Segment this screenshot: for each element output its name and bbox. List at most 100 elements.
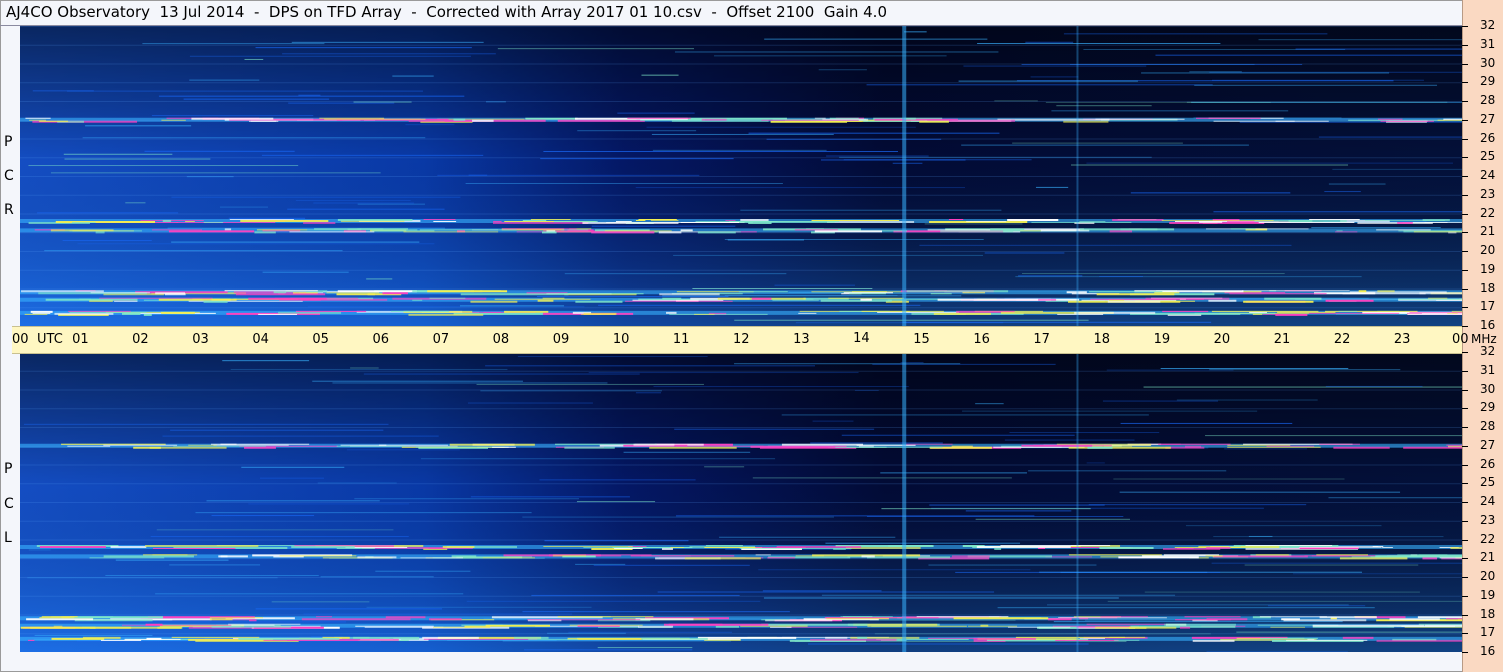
band-speckle [422, 636, 479, 639]
noise-streak [758, 569, 1031, 571]
frequency-tick-label: 18 [1480, 606, 1496, 621]
band-speckle [314, 228, 408, 230]
band-speckle [1154, 292, 1180, 294]
band-speckle [1409, 311, 1462, 313]
noise-streak [675, 515, 1035, 517]
band-speckle [632, 299, 724, 301]
band-speckle [772, 299, 819, 301]
band-speckle [1403, 446, 1462, 449]
band-speckle [994, 548, 1002, 550]
lcp-label-c: C [4, 496, 14, 512]
noise-streak [719, 536, 896, 538]
band-speckle [635, 618, 694, 621]
noise-streak [171, 196, 461, 198]
band-speckle [1079, 637, 1105, 639]
frequency-tick [1462, 251, 1468, 252]
band-speckle [45, 298, 138, 301]
band-speckle [295, 310, 367, 312]
band-speckle [485, 624, 550, 627]
band-speckle [919, 120, 949, 123]
band-speckle [256, 229, 308, 231]
band-speckle [1380, 120, 1434, 122]
frequency-gridline [20, 251, 1462, 252]
band-speckle [345, 547, 408, 548]
frequency-gridline [20, 26, 1462, 27]
frequency-tick [1462, 157, 1468, 159]
band-speckle [449, 443, 535, 446]
band-speckle [152, 548, 236, 549]
band-speckle [30, 310, 53, 313]
frequency-gridline [20, 389, 1462, 391]
band-speckle [32, 312, 51, 314]
band-speckle [976, 546, 1071, 548]
frequency-gridline [20, 633, 1462, 635]
noise-streak [228, 217, 306, 219]
frequency-tick [1462, 269, 1468, 271]
band-speckle [1055, 639, 1119, 641]
band-speckle [353, 636, 420, 639]
band-speckle [1020, 230, 1042, 232]
band-speckle [1063, 120, 1109, 123]
band-speckle [824, 617, 939, 619]
noise-streak [312, 380, 523, 382]
frequency-tick-label: 18 [1480, 280, 1496, 295]
noise-streak [646, 126, 916, 128]
frequency-tick-label: 17 [1480, 625, 1496, 640]
band-speckle [1096, 293, 1175, 296]
band-speckle [948, 219, 964, 220]
band-speckle [337, 219, 413, 221]
band-speckle [273, 556, 304, 558]
band-speckle [400, 557, 464, 559]
band-speckle [827, 221, 915, 223]
frequency-tick-label: 31 [1480, 36, 1496, 51]
band-speckle [39, 120, 68, 122]
noise-streak [657, 591, 995, 593]
band-speckle [306, 229, 418, 231]
noise-streak [1119, 491, 1401, 493]
band-speckle [382, 292, 408, 295]
noise-streak [1258, 39, 1462, 41]
band-speckle [863, 120, 921, 122]
band-speckle [249, 619, 257, 622]
band-speckle [494, 298, 591, 300]
band-speckle [1089, 291, 1163, 293]
band-speckle [1175, 619, 1231, 621]
noise-streak [465, 183, 783, 185]
noise-streak [1325, 385, 1423, 387]
band-speckle [278, 311, 342, 314]
frequency-tick [1462, 307, 1468, 309]
band-speckle [203, 222, 224, 223]
frequency-gridline [20, 577, 1462, 578]
band-speckle [303, 222, 336, 224]
band-speckle [403, 231, 499, 233]
band-speckle [25, 117, 51, 119]
band-speckle [1259, 616, 1327, 618]
band-speckle [1196, 117, 1261, 119]
band-speckle [248, 297, 327, 300]
band-speckle [1397, 222, 1413, 224]
noise-streak [32, 90, 94, 92]
noise-streak [651, 133, 834, 135]
utc-tick-label: 20 [1213, 332, 1231, 347]
noise-streak [975, 403, 1004, 405]
band-speckle [770, 120, 848, 123]
noise-streak [1021, 273, 1285, 275]
frequency-tick-label: 30 [1480, 381, 1496, 396]
band-speckle [1007, 626, 1071, 628]
band-speckle [1163, 554, 1220, 556]
band-speckle [582, 222, 679, 224]
band-speckle [185, 221, 195, 222]
noise-streak [965, 510, 1072, 512]
band-speckle [1068, 446, 1171, 449]
band-speckle [569, 624, 643, 626]
band-speckle [558, 293, 644, 295]
frequency-gridline [20, 558, 1462, 560]
band-speckle [155, 292, 185, 295]
utc-tick-label: 02 [132, 332, 149, 347]
band-speckle [143, 313, 152, 316]
band-speckle [324, 118, 426, 120]
band-speckle [1107, 300, 1161, 303]
noise-streak [332, 382, 608, 384]
noise-streak [674, 428, 875, 430]
band-speckle [530, 219, 571, 220]
